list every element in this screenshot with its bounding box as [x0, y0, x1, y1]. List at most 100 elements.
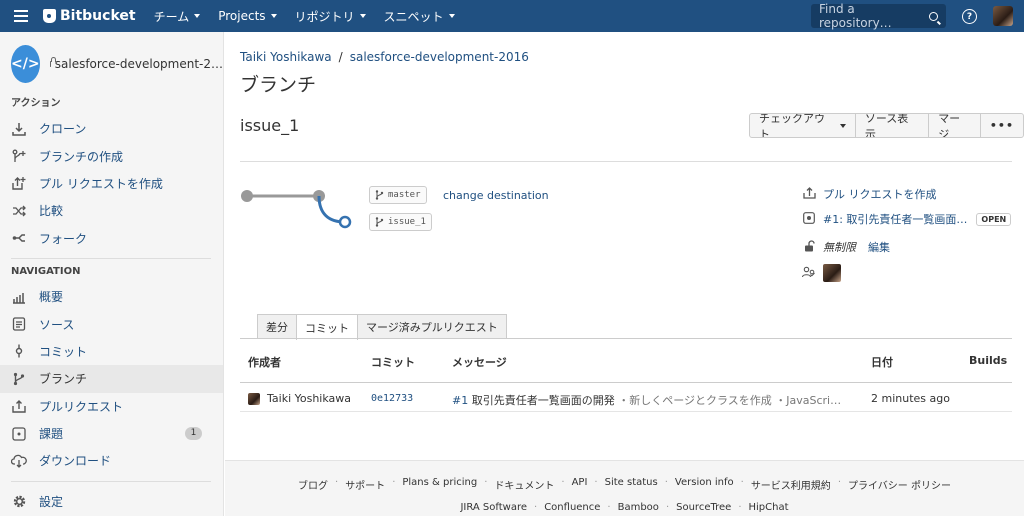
commits-icon: [11, 343, 27, 359]
footer-link-confluence[interactable]: Confluence: [544, 502, 600, 513]
footer-link-version-info[interactable]: Version info: [675, 477, 734, 492]
issues-icon: [11, 426, 27, 442]
user-avatar[interactable]: [993, 6, 1013, 26]
sidebar-item-label: 比較: [39, 204, 64, 219]
branch-actions-toolbar: チェックアウト ソース表示 マージ •••: [749, 113, 1024, 138]
footer-link-sourcetree[interactable]: SourceTree: [676, 502, 731, 513]
column-header-builds: Builds: [969, 354, 1008, 367]
tab-merged-pull-requests[interactable]: マージ済みプルリクエスト: [357, 314, 507, 339]
sidebar-item-compare[interactable]: 比較: [0, 197, 223, 224]
sidebar-divider: [11, 257, 211, 259]
page-title: ブランチ: [240, 74, 317, 96]
nav-projects[interactable]: Projects: [218, 8, 277, 25]
footer-link-privacy[interactable]: プライバシー ポリシー: [848, 477, 951, 492]
footer-link-blog[interactable]: ブログ: [298, 477, 328, 492]
author-avatar: [248, 393, 260, 405]
change-destination-link[interactable]: change destination: [443, 189, 549, 202]
footer-separator: ·: [664, 477, 668, 488]
main-content: Taiki Yoshikawa / salesforce-development…: [225, 32, 1024, 460]
sidebar-item-source[interactable]: ソース: [0, 310, 223, 337]
menu-icon[interactable]: [14, 10, 28, 22]
footer-link-jira[interactable]: JIRA Software: [460, 502, 527, 513]
compare-icon: [11, 203, 27, 219]
sidebar-item-pull-requests[interactable]: プルリクエスト: [0, 393, 223, 420]
commit-message-detail: ・新しくページとクラスを作成 ・JavaScri…: [618, 394, 842, 407]
checkout-button[interactable]: チェックアウト: [750, 114, 856, 137]
footer-link-plans[interactable]: Plans & pricing: [402, 477, 477, 492]
issues-count-badge: 1: [185, 426, 202, 440]
nav-repositories[interactable]: リポジトリ: [295, 8, 366, 25]
sidebar-item-clone[interactable]: クローン: [0, 115, 223, 142]
sidebar-item-label: プルリクエスト: [39, 399, 124, 414]
reviewers-row: [801, 264, 841, 282]
sidebar-item-label: ブランチ: [39, 372, 88, 387]
lock-icon: [49, 57, 57, 67]
more-actions-button[interactable]: •••: [981, 114, 1023, 137]
branch-tag-issue-1: issue_1: [369, 213, 432, 231]
create-pull-request-link[interactable]: プル リクエストを作成: [823, 186, 937, 202]
help-icon[interactable]: ?: [962, 9, 977, 24]
branches-icon: [11, 371, 27, 387]
sidebar-item-settings[interactable]: 設定: [0, 488, 223, 515]
reviewer-avatar[interactable]: [823, 264, 841, 282]
sidebar-item-fork[interactable]: フォーク: [0, 225, 223, 252]
footer-link-hipchat[interactable]: HipChat: [749, 502, 789, 513]
footer-link-bamboo[interactable]: Bamboo: [618, 502, 659, 513]
sidebar-item-downloads[interactable]: ダウンロード: [0, 447, 223, 474]
footer-separator: ·: [738, 502, 742, 513]
commit-author[interactable]: Taiki Yoshikawa: [248, 392, 351, 405]
edit-permission-link[interactable]: 編集: [868, 239, 890, 255]
checkout-button-label: チェックアウト: [759, 113, 825, 138]
gear-icon: [11, 493, 27, 509]
breadcrumb-owner-link[interactable]: Taiki Yoshikawa: [240, 50, 332, 64]
nav-snippets[interactable]: スニペット: [384, 8, 455, 25]
branch-tag-label: master: [388, 190, 421, 200]
fork-icon: [11, 230, 27, 246]
pull-request-link[interactable]: #1: 取引先責任者一覧画面…: [823, 211, 967, 227]
repo-name[interactable]: salesforce-development-2…: [55, 57, 223, 71]
nav-teams[interactable]: チーム: [154, 8, 201, 25]
breadcrumb-repo-link[interactable]: salesforce-development-2016: [350, 50, 529, 64]
sidebar-item-overview[interactable]: 概要: [0, 283, 223, 310]
search-icon[interactable]: [929, 11, 938, 21]
footer-link-docs[interactable]: ドキュメント: [494, 477, 554, 492]
sidebar-item-issues[interactable]: 課題 1: [0, 420, 223, 447]
footer-link-api[interactable]: API: [572, 477, 588, 492]
sidebar-item-label: ソース: [39, 317, 75, 332]
footer-separator: ·: [484, 477, 488, 488]
chevron-down-icon: [194, 14, 201, 18]
footer-link-terms[interactable]: サービス利用規約: [751, 477, 831, 492]
sidebar-item-label: 課題: [39, 427, 64, 442]
tab-commits[interactable]: コミット: [296, 314, 358, 340]
chevron-down-icon: [839, 123, 846, 128]
view-source-button[interactable]: ソース表示: [856, 114, 930, 137]
column-header-message: メッセージ: [452, 356, 507, 369]
sidebar-item-label: プル リクエストを作成: [39, 176, 163, 191]
footer-link-support[interactable]: サポート: [345, 477, 385, 492]
merge-button[interactable]: マージ: [929, 114, 981, 137]
sidebar-item-create-branch[interactable]: ブランチの作成: [0, 142, 223, 169]
navigation-section-heading: NAVIGATION: [11, 265, 81, 277]
sidebar-item-branches[interactable]: ブランチ: [0, 365, 223, 393]
footer-link-site-status[interactable]: Site status: [605, 477, 658, 492]
commit-hash-link[interactable]: 0e12733: [371, 393, 413, 404]
column-header-author: 作成者: [248, 356, 281, 369]
footer-product-links: JIRA Software · Confluence · Bamboo · Sourc…: [225, 502, 1024, 513]
commit-date: 2 minutes ago: [871, 392, 950, 405]
sidebar-item-label: ブランチの作成: [39, 149, 124, 164]
brand-name: Bitbucket: [60, 8, 136, 24]
repo-avatar[interactable]: </>: [11, 45, 40, 83]
reviewers-icon: [801, 266, 816, 281]
sidebar-item-label: クローン: [39, 122, 87, 137]
downloads-icon: [11, 453, 27, 469]
bitbucket-logo[interactable]: Bitbucket: [43, 8, 136, 24]
footer-separator: ·: [392, 477, 396, 488]
repository-search-input[interactable]: Find a repository…: [811, 2, 946, 30]
sidebar-item-create-pull-request[interactable]: プル リクエストを作成: [0, 170, 223, 197]
repo-header: </> salesforce-development-2…: [0, 32, 223, 96]
sidebar-item-commits[interactable]: コミット: [0, 338, 223, 365]
clone-icon: [11, 121, 27, 137]
tab-diff[interactable]: 差分: [257, 314, 297, 339]
footer-separator: ·: [594, 477, 598, 488]
issue-reference-link[interactable]: #1: [452, 394, 468, 407]
